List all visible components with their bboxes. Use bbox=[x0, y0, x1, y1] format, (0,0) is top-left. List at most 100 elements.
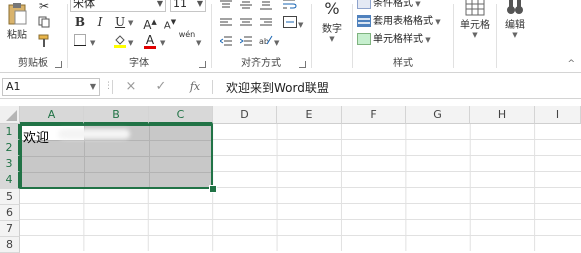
worksheet-grid[interactable]: A B C D E F G H I 1 2 3 4 5 6 7 8 欢迎 bbox=[0, 106, 581, 253]
row-header-3[interactable]: 3 bbox=[0, 156, 20, 172]
select-all-icon bbox=[6, 110, 17, 121]
blurred-text-overlay bbox=[58, 129, 130, 139]
enter-icon[interactable]: ✓ bbox=[152, 78, 170, 96]
font-size-select[interactable]: 11 ▼ bbox=[170, 0, 206, 12]
chevron-down-icon[interactable]: ▼ bbox=[160, 39, 165, 47]
border-icon[interactable] bbox=[72, 34, 88, 50]
orientation-icon[interactable]: ab bbox=[258, 34, 274, 50]
decrease-font-icon[interactable]: A▼ bbox=[162, 14, 178, 31]
cell-style-icon bbox=[357, 33, 371, 45]
decrease-indent-icon[interactable] bbox=[218, 34, 234, 50]
underline-button[interactable]: U bbox=[112, 14, 128, 30]
chevron-down-icon: ▼ bbox=[512, 31, 518, 39]
merge-center-icon[interactable] bbox=[282, 16, 298, 32]
clipboard-group: 粘贴 ✂ 剪贴板 bbox=[0, 0, 66, 72]
chevron-down-icon[interactable]: ▼ bbox=[274, 39, 279, 47]
number-format-button[interactable]: % 数字 ▼ bbox=[316, 0, 348, 43]
cells-label: 单元格 bbox=[460, 20, 490, 31]
font-color-swatch bbox=[144, 46, 156, 49]
cut-icon[interactable]: ✂ bbox=[36, 0, 52, 14]
gridline bbox=[22, 140, 211, 141]
font-launcher-icon[interactable] bbox=[199, 61, 206, 68]
row-header-7[interactable]: 7 bbox=[0, 221, 20, 237]
ribbon: 粘贴 ✂ 剪贴板 宋体 ▼ 11 ▼ B I U ▼ A▲ A▼ ▼ ▼ A ▼… bbox=[0, 0, 581, 73]
table-format-label: 套用表格格式 bbox=[373, 16, 433, 27]
increase-font-icon[interactable]: A▲ bbox=[142, 14, 158, 32]
column-header-g[interactable]: G bbox=[406, 106, 470, 124]
font-group-label: 字体 bbox=[129, 58, 149, 69]
column-header-e[interactable]: E bbox=[277, 106, 342, 124]
formula-input[interactable]: 欢迎来到Word联盟 bbox=[226, 79, 329, 96]
row-header-4[interactable]: 4 bbox=[0, 172, 20, 189]
fill-color-icon[interactable] bbox=[112, 34, 128, 50]
row-header-6[interactable]: 6 bbox=[0, 205, 20, 221]
cell-style-button[interactable]: 单元格样式 ▼ bbox=[357, 32, 431, 48]
name-box[interactable]: A1 ▼ bbox=[2, 78, 100, 96]
clipboard-launcher-icon[interactable] bbox=[55, 61, 62, 68]
table-format-icon bbox=[357, 15, 371, 27]
alignment-launcher-icon[interactable] bbox=[299, 61, 306, 68]
row-header-2[interactable]: 2 bbox=[0, 140, 20, 156]
number-group: % 数字 ▼ bbox=[312, 0, 352, 72]
align-center-icon[interactable] bbox=[238, 16, 254, 32]
chevron-down-icon: ▼ bbox=[156, 0, 163, 8]
format-painter-icon[interactable] bbox=[36, 34, 52, 50]
align-right-icon[interactable] bbox=[258, 16, 274, 32]
row-header-5[interactable]: 5 bbox=[0, 189, 20, 205]
conditional-format-icon bbox=[357, 0, 371, 9]
phonetic-glyph: wén bbox=[178, 30, 196, 39]
alignment-group-label: 对齐方式 bbox=[241, 58, 281, 69]
align-left-icon[interactable] bbox=[218, 16, 234, 32]
cells-group: 单元格 ▼ bbox=[454, 0, 496, 72]
font-name-select[interactable]: 宋体 ▼ bbox=[70, 0, 166, 12]
bottom-align-icon[interactable] bbox=[258, 0, 274, 14]
paste-label: 粘贴 bbox=[7, 30, 27, 41]
cell-a1-text: 欢迎 bbox=[23, 131, 50, 146]
phonetic-button[interactable]: wén bbox=[176, 30, 198, 46]
column-header-b[interactable]: B bbox=[84, 106, 149, 124]
middle-align-icon[interactable] bbox=[238, 0, 254, 14]
formula-bar: A1 ▼ ⋮ × ✓ fx 欢迎来到Word联盟 bbox=[0, 76, 581, 99]
cancel-icon[interactable]: × bbox=[122, 78, 140, 96]
column-header-i[interactable]: I bbox=[535, 106, 581, 124]
chevron-down-icon[interactable]: ▼ bbox=[128, 39, 133, 47]
select-all-corner[interactable] bbox=[0, 106, 20, 124]
copy-icon[interactable] bbox=[36, 16, 52, 32]
column-header-c[interactable]: C bbox=[149, 106, 213, 124]
table-format-button[interactable]: 套用表格格式 ▼ bbox=[357, 14, 441, 30]
name-box-value: A1 bbox=[6, 80, 21, 93]
column-header-h[interactable]: H bbox=[470, 106, 535, 124]
conditional-format-button[interactable]: 条件格式 ▼ bbox=[357, 0, 421, 12]
italic-button[interactable]: I bbox=[92, 14, 108, 30]
paste-button[interactable]: 粘贴 bbox=[2, 2, 32, 41]
cells-button[interactable]: 单元格 ▼ bbox=[456, 0, 494, 39]
fill-handle[interactable] bbox=[209, 185, 217, 193]
font-color-button[interactable]: A bbox=[142, 32, 158, 49]
styles-group: 条件格式 ▼ 套用表格格式 ▼ 单元格样式 ▼ 样式 bbox=[353, 0, 453, 72]
insert-function-icon[interactable]: fx bbox=[186, 78, 204, 96]
gridline bbox=[22, 156, 211, 157]
percent-icon: % bbox=[324, 0, 340, 18]
increase-indent-icon[interactable] bbox=[238, 34, 254, 50]
column-header-a[interactable]: A bbox=[20, 106, 84, 124]
row-header-1[interactable]: 1 bbox=[0, 124, 20, 140]
chevron-down-icon: ▼ bbox=[329, 35, 335, 43]
editing-button[interactable]: 编辑 ▼ bbox=[499, 0, 531, 39]
chevron-down-icon: ▼ bbox=[472, 31, 478, 39]
wrap-text-icon[interactable] bbox=[282, 0, 298, 14]
editing-label: 编辑 bbox=[505, 20, 525, 31]
column-header-d[interactable]: D bbox=[213, 106, 277, 124]
alignment-group: ▼ ab ▼ 对齐方式 bbox=[212, 0, 310, 72]
font-name-value: 宋体 bbox=[73, 0, 95, 10]
chevron-down-icon: ▼ bbox=[89, 82, 96, 91]
top-align-icon[interactable] bbox=[218, 0, 234, 14]
font-color-glyph: A bbox=[145, 33, 155, 47]
cell-style-label: 单元格样式 bbox=[373, 34, 423, 45]
chevron-down-icon[interactable]: ▼ bbox=[128, 19, 133, 27]
chevron-down-icon[interactable]: ▼ bbox=[298, 21, 303, 29]
chevron-down-icon[interactable]: ▼ bbox=[196, 39, 201, 47]
column-header-f[interactable]: F bbox=[342, 106, 406, 124]
collapse-ribbon-icon[interactable]: ^ bbox=[567, 59, 575, 69]
chevron-down-icon[interactable]: ▼ bbox=[90, 39, 95, 47]
bold-button[interactable]: B bbox=[72, 14, 88, 30]
